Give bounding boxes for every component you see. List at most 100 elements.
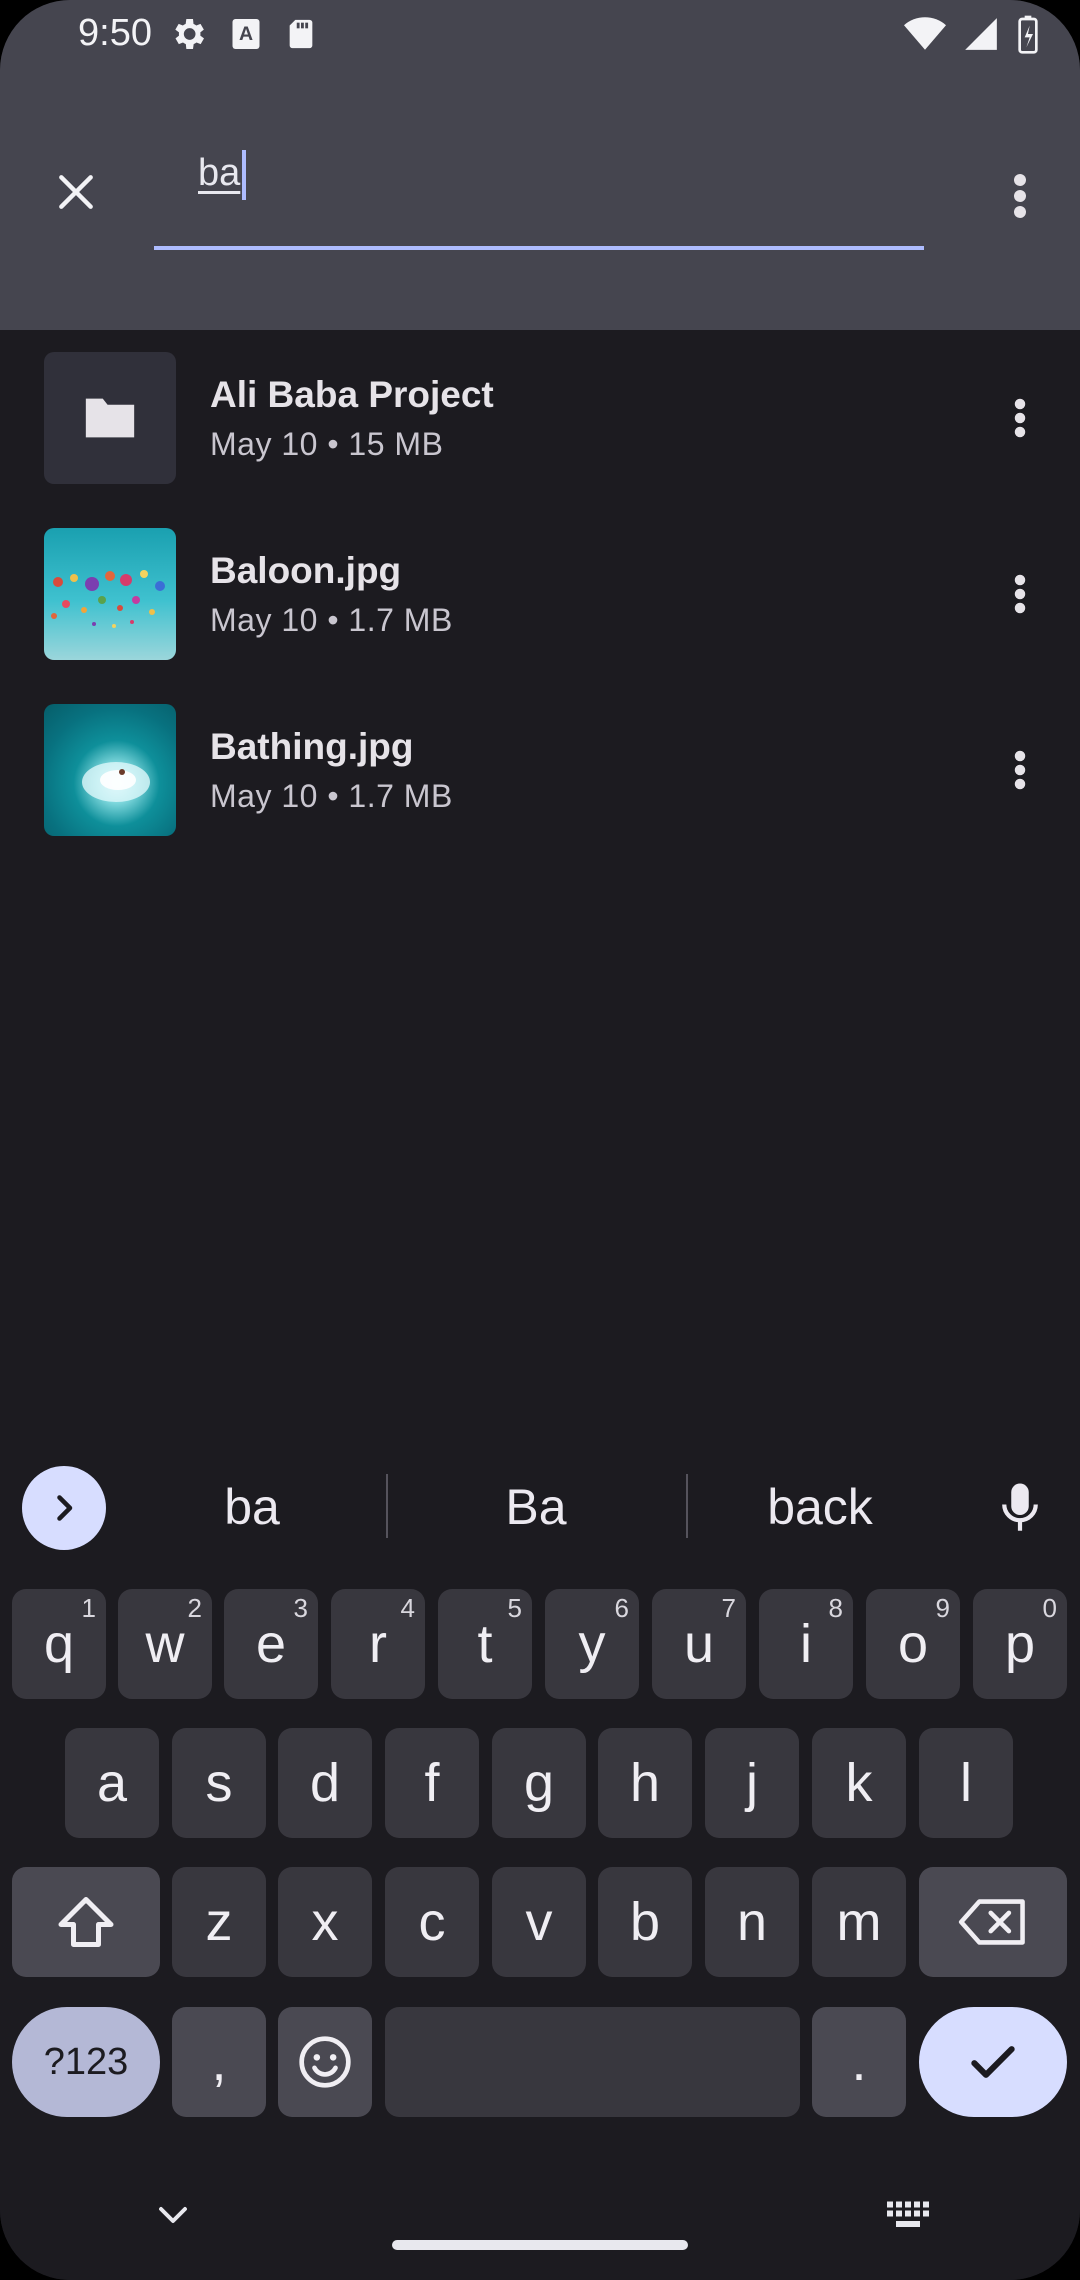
key-u[interactable]: u7 xyxy=(652,1589,746,1699)
balloons-image xyxy=(51,570,165,628)
key-l[interactable]: l xyxy=(919,1728,1013,1838)
chevron-down-icon xyxy=(159,2207,187,2223)
list-item[interactable]: Ali Baba Project May 10 • 15 MB xyxy=(0,330,1080,506)
key-o[interactable]: o9 xyxy=(866,1589,960,1699)
key-label: u xyxy=(683,1614,715,1674)
key-n[interactable]: n xyxy=(705,1867,799,1977)
backspace-icon xyxy=(958,1899,1025,1945)
gear-icon xyxy=(175,19,204,49)
key-c[interactable]: c xyxy=(385,1867,479,1977)
key-f[interactable]: f xyxy=(385,1728,479,1838)
item-title: Baloon.jpg xyxy=(210,550,402,591)
bathing-image xyxy=(82,762,150,802)
backspace-key[interactable] xyxy=(919,1867,1067,1977)
search-results-list: Ali Baba Project May 10 • 15 MB Baloon.j… xyxy=(0,330,1080,858)
key-b[interactable]: b xyxy=(598,1867,692,1977)
item-title: Bathing.jpg xyxy=(210,726,414,767)
key-hint: 2 xyxy=(187,1593,202,1623)
emoji-key[interactable] xyxy=(278,2007,372,2117)
keyboard-icon xyxy=(887,2201,929,2227)
item-title: Ali Baba Project xyxy=(210,374,494,415)
search-query-text: ba xyxy=(198,152,241,194)
key-label: q xyxy=(43,1614,75,1674)
close-search-button[interactable] xyxy=(40,156,112,228)
shift-key[interactable] xyxy=(12,1867,160,1977)
gesture-nav-handle[interactable] xyxy=(392,2240,688,2250)
chevron-right-icon xyxy=(57,1495,73,1521)
image-thumbnail xyxy=(44,528,176,660)
key-w[interactable]: w2 xyxy=(118,1589,212,1699)
key-label: e xyxy=(255,1614,287,1674)
hide-keyboard-button[interactable] xyxy=(148,2190,198,2240)
key-k[interactable]: k xyxy=(812,1728,906,1838)
expand-suggestions-button[interactable] xyxy=(22,1466,106,1550)
space-key[interactable] xyxy=(385,2007,800,2117)
list-item[interactable]: Baloon.jpg May 10 • 1.7 MB xyxy=(0,506,1080,682)
more-options-button[interactable] xyxy=(988,160,1052,232)
period-key[interactable]: . xyxy=(812,2007,906,2117)
key-x[interactable]: x xyxy=(278,1867,372,1977)
key-g[interactable]: g xyxy=(492,1728,586,1838)
key-label: w xyxy=(145,1614,185,1674)
key-hint: 3 xyxy=(293,1593,308,1623)
key-q[interactable]: q1 xyxy=(12,1589,106,1699)
suggestion-divider xyxy=(686,1474,688,1538)
key-a[interactable]: a xyxy=(65,1728,159,1838)
suggestion-2[interactable]: Ba xyxy=(416,1478,656,1536)
wifi-icon xyxy=(904,17,946,50)
signal-icon xyxy=(965,18,997,50)
key-s[interactable]: s xyxy=(172,1728,266,1838)
image-thumbnail xyxy=(44,704,176,836)
suggestion-1[interactable]: ba xyxy=(132,1478,372,1536)
more-vert-icon xyxy=(1014,398,1026,438)
text-caret xyxy=(242,150,246,200)
a-text-icon: A xyxy=(232,19,260,49)
key-label: y xyxy=(578,1614,606,1674)
item-more-button[interactable] xyxy=(990,558,1050,630)
key-h[interactable]: h xyxy=(598,1728,692,1838)
key-label: o xyxy=(897,1614,929,1674)
more-vert-icon xyxy=(1014,574,1026,614)
key-label: t xyxy=(477,1614,493,1674)
svg-text:A: A xyxy=(239,23,253,45)
checkmark-icon xyxy=(971,2046,1015,2078)
item-meta: May 10 • 15 MB xyxy=(210,426,444,462)
key-hint: 9 xyxy=(935,1593,950,1623)
key-r[interactable]: r4 xyxy=(331,1589,425,1699)
key-hint: 5 xyxy=(507,1593,522,1623)
comma-key[interactable]: , xyxy=(172,2007,266,2117)
key-v[interactable]: v xyxy=(492,1867,586,1977)
key-e[interactable]: e3 xyxy=(224,1589,318,1699)
key-hint: 1 xyxy=(81,1593,96,1623)
item-more-button[interactable] xyxy=(990,382,1050,454)
key-m[interactable]: m xyxy=(812,1867,906,1977)
shift-icon xyxy=(58,1897,114,1947)
close-icon xyxy=(59,175,93,209)
status-icons-left: A xyxy=(168,14,318,54)
key-d[interactable]: d xyxy=(278,1728,372,1838)
key-hint: 4 xyxy=(400,1593,415,1623)
key-label: r xyxy=(369,1614,387,1674)
key-j[interactable]: j xyxy=(705,1728,799,1838)
key-hint: 8 xyxy=(828,1593,843,1623)
key-t[interactable]: t5 xyxy=(438,1589,532,1699)
sd-card-icon xyxy=(289,19,313,49)
suggestion-3[interactable]: back xyxy=(700,1478,940,1536)
emoji-icon xyxy=(299,2036,351,2088)
key-z[interactable]: z xyxy=(172,1867,266,1977)
key-i[interactable]: i8 xyxy=(759,1589,853,1699)
search-input[interactable]: ba xyxy=(154,140,924,250)
status-time: 9:50 xyxy=(78,12,152,54)
item-more-button[interactable] xyxy=(990,734,1050,806)
list-item[interactable]: Bathing.jpg May 10 • 1.7 MB xyxy=(0,682,1080,858)
voice-input-button[interactable] xyxy=(980,1468,1060,1548)
enter-key[interactable] xyxy=(919,2007,1067,2117)
symbols-key[interactable]: ?123 xyxy=(12,2007,160,2117)
key-p[interactable]: p0 xyxy=(973,1589,1067,1699)
folder-thumbnail xyxy=(44,352,176,484)
key-y[interactable]: y6 xyxy=(545,1589,639,1699)
folder-icon xyxy=(85,398,135,438)
switch-keyboard-button[interactable] xyxy=(880,2190,936,2240)
search-header: 9:50 A ba xyxy=(0,0,1080,330)
on-screen-keyboard: ba Ba back xyxy=(0,1430,1080,2280)
